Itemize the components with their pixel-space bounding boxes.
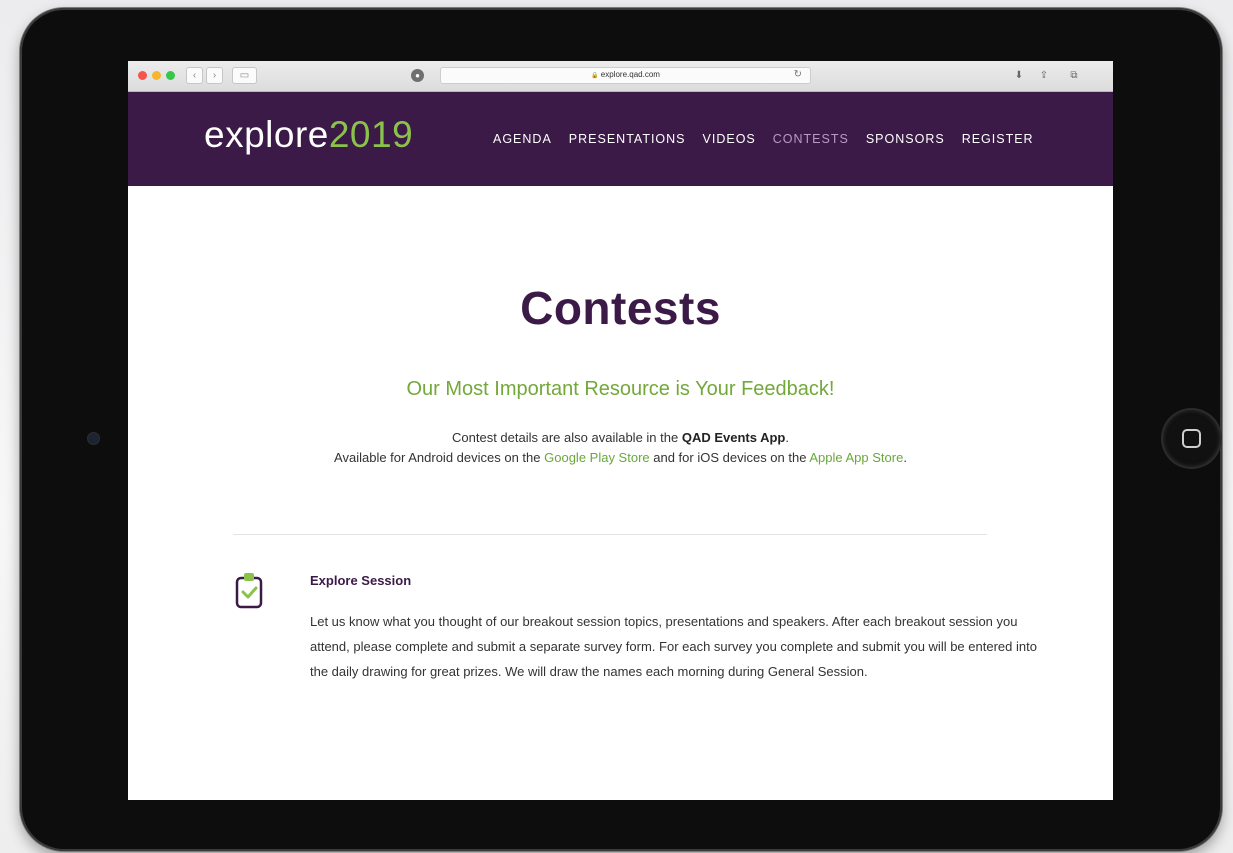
intro-text: Contest details are also available in th… <box>258 428 983 468</box>
forward-button[interactable]: › <box>206 67 223 84</box>
intro-line1-suffix: . <box>785 430 789 445</box>
page-title: Contests <box>520 282 721 334</box>
url-text: explore.qad.com <box>600 70 660 79</box>
apple-app-store-link[interactable]: Apple App Store <box>809 450 903 465</box>
back-button[interactable]: ‹ <box>186 67 203 84</box>
google-play-link[interactable]: Google Play Store <box>544 450 650 465</box>
nav-item-sponsors[interactable]: SPONSORS <box>866 132 945 146</box>
logo-word: explore <box>204 114 329 155</box>
nav-item-presentations[interactable]: PRESENTATIONS <box>569 132 686 146</box>
reload-icon[interactable]: ↻ <box>794 69 802 80</box>
clipboard-check-icon <box>235 573 263 609</box>
downloads-icon[interactable]: ⬇ <box>1008 67 1030 84</box>
home-button[interactable] <box>1163 410 1220 467</box>
site-header: explore2019 AGENDA PRESENTATIONS VIDEOS … <box>128 92 1113 186</box>
main-nav: AGENDA PRESENTATIONS VIDEOS CONTESTS SPO… <box>493 132 1051 146</box>
intro-line2-prefix: Available for Android devices on the <box>334 450 545 465</box>
logo-year: 2019 <box>328 114 414 155</box>
privacy-shield-icon[interactable]: ● <box>411 69 424 82</box>
screen: ‹ › ▭ ● 🔒 explore.qad.com ↻ ⬇ ⇪ ⧉ explor… <box>128 61 1113 800</box>
site-logo[interactable]: explore2019 <box>204 114 413 156</box>
page-subtitle: Our Most Important Resource is Your Feed… <box>406 378 835 400</box>
nav-item-contests[interactable]: CONTESTS <box>773 132 849 146</box>
intro-line2-suffix: . <box>903 450 907 465</box>
address-bar[interactable]: 🔒 explore.qad.com ↻ <box>440 67 811 84</box>
lock-icon: 🔒 <box>591 73 599 79</box>
zoom-window-icon[interactable] <box>166 71 175 80</box>
minimize-window-icon[interactable] <box>152 71 161 80</box>
sidebar-button[interactable]: ▭ <box>232 67 257 84</box>
section-body: Let us know what you thought of our brea… <box>310 614 1037 679</box>
share-icon[interactable]: ⇪ <box>1033 67 1055 84</box>
section-title: Explore Session <box>310 573 412 588</box>
divider <box>233 534 987 535</box>
tabs-overview-icon[interactable]: ⧉ <box>1063 67 1085 84</box>
close-window-icon[interactable] <box>138 71 147 80</box>
app-name: QAD Events App <box>681 430 786 445</box>
browser-toolbar: ‹ › ▭ ● 🔒 explore.qad.com ↻ ⬇ ⇪ ⧉ <box>128 61 1113 92</box>
camera-icon <box>88 433 99 444</box>
nav-item-agenda[interactable]: AGENDA <box>493 132 552 146</box>
nav-item-register[interactable]: REGISTER <box>962 132 1034 146</box>
home-square-icon <box>1182 429 1201 448</box>
nav-item-videos[interactable]: VIDEOS <box>703 132 756 146</box>
intro-line1-prefix: Contest details are also available in th… <box>452 430 682 445</box>
intro-line2-mid: and for iOS devices on the <box>649 450 810 465</box>
